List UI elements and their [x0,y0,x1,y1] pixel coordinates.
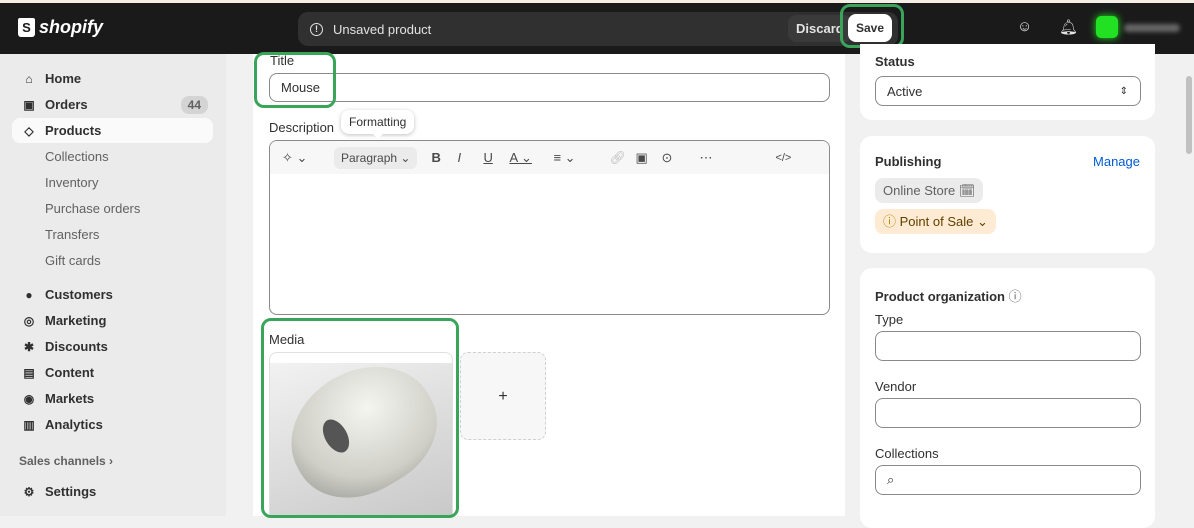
sidebar-item-label: Analytics [45,417,103,432]
description-label: Description [269,120,335,135]
sales-channels-link[interactable]: Sales channels › [19,454,113,468]
sidebar-item-label: Discounts [45,339,108,354]
sidebar: ⌂ Home ▣ Orders 44 ◇ Products Collections Invent… [0,54,226,516]
description-editor[interactable]: ✧ ⌄ Paragraph ⌄ B I U A ⌄ ≡ ⌄ 🔗︎ ▣ ⊙ ⋯ <… [269,140,830,315]
shopify-logo[interactable]: Sshopify [18,17,103,38]
tag-icon: ◇ [24,123,34,138]
sidebar-item-gift-cards[interactable]: Gift cards [12,248,213,273]
underline-icon[interactable]: U [483,150,509,165]
target-icon: ◎ [23,313,35,328]
sidebar-item-products[interactable]: ◇ Products [12,118,213,143]
sidebar-item-label: Purchase orders [45,201,141,216]
sidebar-item-label: Products [45,123,102,138]
publishing-card: Publishing Manage Online Store 🗓︎ ⓘ Poin… [860,136,1155,253]
sidebar-item-customers[interactable]: ● Customers [12,282,213,307]
status-select[interactable]: Active ⇕ [875,76,1141,106]
home-icon: ⌂ [25,71,33,86]
status-card: Status Active ⇕ [860,44,1155,120]
mouse-shape [270,353,452,515]
avatar[interactable] [1096,16,1118,38]
content-icon: ▤ [23,365,35,380]
vendor-label: Vendor [875,379,917,394]
person-icon: ● [25,287,33,302]
sidebar-item-marketing[interactable]: ◎ Marketing [12,308,213,333]
search-icon: ⌕ [887,472,895,487]
alert-icon: ! [310,22,323,36]
scrollbar[interactable] [1186,76,1192,154]
unsaved-text: Unsaved product [333,21,432,37]
organization-label: Product organization ⓘ [875,289,1022,304]
vendor-input[interactable] [875,398,1141,428]
paragraph-dropdown[interactable]: Paragraph ⌄ [334,146,418,169]
sidebar-item-settings[interactable]: ⚙ Settings [12,479,213,504]
warning-icon: ⓘ [883,214,897,229]
status-label: Status [875,54,915,69]
sidebar-item-label: Marketing [45,313,107,328]
align-icon[interactable]: ≡ ⌄ [553,150,609,166]
type-input[interactable] [875,331,1141,361]
discount-icon: ✱ [23,339,35,354]
sidebar-item-analytics[interactable]: ▥ Analytics [12,412,213,437]
sidebar-item-orders[interactable]: ▣ Orders 44 [12,92,213,117]
publishing-label: Publishing [875,154,942,169]
sidebar-item-label: Orders [45,97,88,112]
collections-search-input[interactable]: ⌕ [875,465,1141,495]
sidebar-item-discounts[interactable]: ✱ Discounts [12,334,213,359]
media-label: Media [269,332,305,347]
bold-icon[interactable]: B [431,150,457,165]
sidebar-item-label: Content [45,365,95,380]
store-name-blurred[interactable] [1124,24,1180,32]
media-item[interactable] [269,352,453,516]
discard-button[interactable]: Discard [788,15,852,42]
save-button[interactable]: Save [848,14,892,42]
sidebar-item-home[interactable]: ⌂ Home [12,66,213,91]
sidebar-item-inventory[interactable]: Inventory [12,170,213,195]
title-input[interactable]: Mouse [269,73,830,102]
sidebar-item-label: Transfers [45,227,100,242]
sidebar-item-label: Customers [45,287,113,302]
type-label: Type [875,312,904,327]
product-organization-card: Product organization ⓘ Type Vendor Colle… [860,268,1155,528]
sidebar-item-label: Home [45,71,82,86]
manage-link[interactable]: Manage [1093,154,1140,169]
globe-icon: ◉ [23,391,35,406]
image-icon[interactable]: ▣ [635,150,661,166]
sidebar-item-markets[interactable]: ◉ Markets [12,386,213,411]
sidebar-item-label: Collections [45,149,109,164]
bell-icon[interactable]: 🔔︎ [1059,18,1078,36]
collections-label: Collections [875,446,939,461]
italic-icon[interactable]: I [457,150,483,165]
chevron-down-icon: ⌄ [976,214,988,229]
calendar-clock-icon: 🗓︎ [958,183,976,198]
more-icon[interactable]: ⋯ [699,150,775,166]
shopping-bag-icon: S [18,18,35,37]
online-store-badge[interactable]: Online Store 🗓︎ [875,178,984,203]
sidebar-item-content[interactable]: ▤ Content [12,360,213,385]
chart-icon: ▥ [23,417,35,432]
sidebar-item-label: Markets [45,391,95,406]
point-of-sale-badge[interactable]: ⓘ Point of Sale ⌄ [875,209,996,234]
video-icon[interactable]: ⊙ [661,150,699,166]
formatting-tooltip: Formatting [341,110,415,139]
inbox-icon: ▣ [23,97,35,112]
sidebar-item-label: Inventory [45,175,99,190]
sidebar-item-purchase-orders[interactable]: Purchase orders [12,196,213,221]
add-media-button[interactable]: + [460,352,546,440]
orders-count-badge: 44 [180,95,208,114]
gear-icon: ⚙ [23,484,35,499]
mouse-photo [270,353,452,515]
editor-toolbar: ✧ ⌄ Paragraph ⌄ B I U A ⌄ ≡ ⌄ 🔗︎ ▣ ⊙ ⋯ <… [270,141,829,174]
link-icon[interactable]: 🔗︎ [609,150,635,166]
sidekick-icon[interactable]: ☺ [1017,18,1032,35]
code-icon[interactable]: </> [775,152,791,164]
text-color-icon[interactable]: A ⌄ [509,150,553,166]
sidebar-item-label: Gift cards [45,253,101,268]
title-label: Title [270,53,295,68]
info-icon[interactable]: ⓘ [1009,289,1022,304]
select-arrows-icon: ⇕ [1119,85,1128,97]
ai-sparkle-icon[interactable]: ✧ ⌄ [282,150,326,166]
sidebar-item-collections[interactable]: Collections [12,144,213,169]
sidebar-item-transfers[interactable]: Transfers [12,222,213,247]
